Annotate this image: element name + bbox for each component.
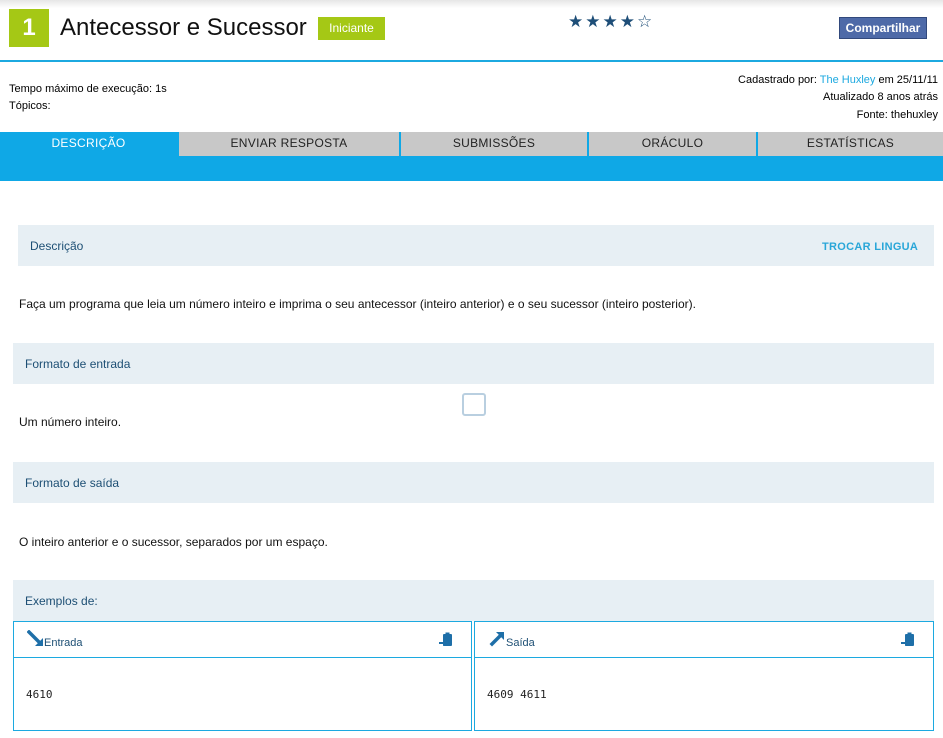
examples-header [13, 580, 934, 621]
output-format-header [13, 462, 934, 503]
input-format-title: Formato de entrada [25, 357, 131, 371]
copy-icon[interactable] [900, 632, 916, 653]
input-format-text: Um número inteiro. [19, 415, 122, 429]
description-text: Faça um programa que leia um número inte… [19, 297, 696, 311]
tab-enviar-resposta[interactable]: ENVIAR RESPOSTA [179, 132, 399, 156]
example-input-header: Entrada [14, 622, 471, 658]
problem-header: 1 Antecessor e Sucessor Iniciante ★★★★☆ … [0, 0, 943, 62]
registered-info: Cadastrado por: The Huxley em 25/11/11 [738, 74, 938, 86]
example-input-label: Entrada [44, 637, 83, 649]
author-link[interactable]: The Huxley [820, 74, 876, 86]
registered-date: em 25/11/11 [875, 74, 938, 86]
description-title: Descrição [30, 239, 84, 253]
example-input-value: 4610 [26, 688, 53, 701]
tab-estatisticas[interactable]: ESTATÍSTICAS [758, 132, 943, 156]
input-format-header [13, 343, 934, 384]
arrow-out-icon [488, 630, 506, 653]
updated-info: Atualizado 8 anos atrás [823, 91, 938, 103]
tab-oraculo[interactable]: ORÁCULO [589, 132, 756, 156]
examples-title: Exemplos de: [25, 594, 98, 608]
tab-bar: DESCRIÇÃO ENVIAR RESPOSTA SUBMISSÕES ORÁ… [0, 132, 943, 181]
checkbox[interactable] [462, 393, 486, 416]
example-output-header: Saída [475, 622, 933, 658]
output-format-title: Formato de saída [25, 476, 120, 490]
tab-submissoes[interactable]: SUBMISSÕES [401, 132, 587, 156]
copy-icon[interactable] [438, 632, 454, 653]
difficulty-badge: Iniciante [318, 17, 385, 40]
source-info: Fonte: thehuxley [856, 109, 938, 121]
output-format-text: O inteiro anterior e o sucessor, separad… [19, 535, 328, 549]
example-output-value: 4609 4611 [487, 688, 547, 701]
rating-stars[interactable]: ★★★★☆ [568, 12, 654, 32]
example-input-box: Entrada 4610 [13, 621, 472, 731]
switch-language-link[interactable]: TROCAR LINGUA [822, 241, 918, 253]
problem-number-badge: 1 [9, 9, 49, 47]
problem-title: Antecessor e Sucessor [60, 14, 307, 41]
description-section-header [18, 225, 934, 266]
example-output-box: Saída 4609 4611 [474, 621, 934, 731]
example-output-label: Saída [506, 637, 535, 649]
topics-label: Tópicos: [9, 100, 51, 112]
registered-prefix: Cadastrado por: [738, 74, 820, 86]
time-limit: Tempo máximo de execução: 1s [9, 83, 167, 95]
tab-descricao[interactable]: DESCRIÇÃO [0, 132, 177, 156]
share-button[interactable]: Compartilhar [839, 17, 927, 39]
arrow-in-icon [26, 629, 45, 653]
